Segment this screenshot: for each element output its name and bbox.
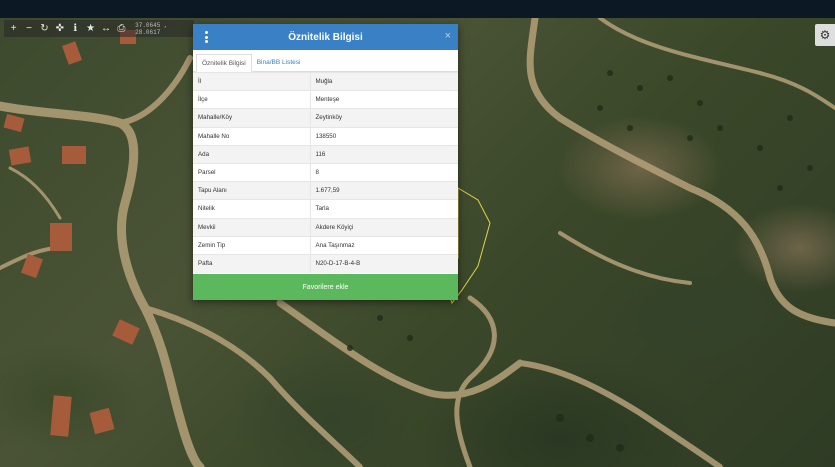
- attribute-table: İl Muğla İlçe Menteşe Mahalle/Köy Zeytinköy…: [193, 71, 458, 273]
- zoom-in-icon[interactable]: +: [6, 20, 21, 37]
- row-value: Tarla: [310, 199, 458, 218]
- settings-button[interactable]: ⚙: [815, 24, 835, 46]
- table-row: Zemin Tip Ana Taşınmaz: [193, 235, 458, 255]
- top-bar: [0, 0, 835, 18]
- row-value: Zeytinköy: [310, 108, 458, 128]
- dialog-tabs: Öznitelik Bilgisi Bina/BB Listesi: [193, 50, 458, 72]
- table-row: İlçe Menteşe: [193, 90, 458, 109]
- row-key: İlçe: [193, 90, 311, 109]
- attribute-dialog: Öznitelik Bilgisi × Öznitelik Bilgisi Bi…: [193, 24, 458, 300]
- close-icon[interactable]: ×: [445, 30, 451, 42]
- measure-icon[interactable]: ↔: [98, 20, 113, 37]
- row-value: N20-D-17-B-4-B: [310, 253, 458, 273]
- table-row: İl Muğla: [193, 71, 458, 91]
- table-row: Nitelik Tarla: [193, 199, 458, 218]
- gear-icon: ⚙: [819, 28, 831, 42]
- dialog-title: Öznitelik Bilgisi: [288, 31, 363, 43]
- row-value: 1.677,59: [310, 181, 458, 200]
- table-row: Mevkii Akdere Köyiçi: [193, 217, 458, 237]
- add-favorites-button[interactable]: Favorilere ekle: [193, 274, 458, 300]
- tab-attribute-info[interactable]: Öznitelik Bilgisi: [196, 54, 252, 72]
- table-row: Mahalle/Köy Zeytinköy: [193, 108, 458, 128]
- row-key: İl: [193, 71, 311, 91]
- row-key: Pafta: [193, 253, 311, 273]
- row-value: Menteşe: [310, 90, 458, 109]
- row-key: Mahalle No: [193, 126, 311, 146]
- row-key: Nitelik: [193, 199, 311, 218]
- row-key: Ada: [193, 144, 311, 164]
- table-row: Ada 116: [193, 144, 458, 164]
- table-row: Parsel 8: [193, 162, 458, 182]
- print-icon[interactable]: ⎙: [114, 20, 129, 37]
- zoom-out-icon[interactable]: −: [21, 20, 36, 37]
- map-toolbar: + − ↻ ✜ ℹ ★ ↔ ⎙ 37.0645 , 28.0617: [4, 20, 194, 37]
- table-row: Tapu Alanı 1.677,59: [193, 181, 458, 200]
- row-value: Muğla: [310, 71, 458, 91]
- row-key: Mevkii: [193, 217, 311, 237]
- info-icon[interactable]: ℹ: [68, 20, 83, 37]
- tab-building-list[interactable]: Bina/BB Listesi: [252, 53, 306, 71]
- locate-icon[interactable]: ✜: [52, 20, 67, 37]
- coordinate-readout: 37.0645 , 28.0617: [135, 21, 168, 36]
- menu-icon[interactable]: [202, 30, 210, 44]
- star-icon[interactable]: ★: [83, 20, 98, 37]
- row-value: Ana Taşınmaz: [310, 235, 458, 255]
- row-value: 8: [310, 162, 458, 182]
- row-value: 138550: [310, 126, 458, 146]
- row-value: Akdere Köyiçi: [310, 217, 458, 237]
- row-value: 116: [310, 144, 458, 164]
- table-row: Pafta N20-D-17-B-4-B: [193, 253, 458, 273]
- refresh-icon[interactable]: ↻: [37, 20, 52, 37]
- dialog-header: Öznitelik Bilgisi ×: [193, 24, 458, 50]
- table-row: Mahalle No 138550: [193, 126, 458, 146]
- row-key: Zemin Tip: [193, 235, 311, 255]
- row-key: Tapu Alanı: [193, 181, 311, 200]
- row-key: Mahalle/Köy: [193, 108, 311, 128]
- row-key: Parsel: [193, 162, 311, 182]
